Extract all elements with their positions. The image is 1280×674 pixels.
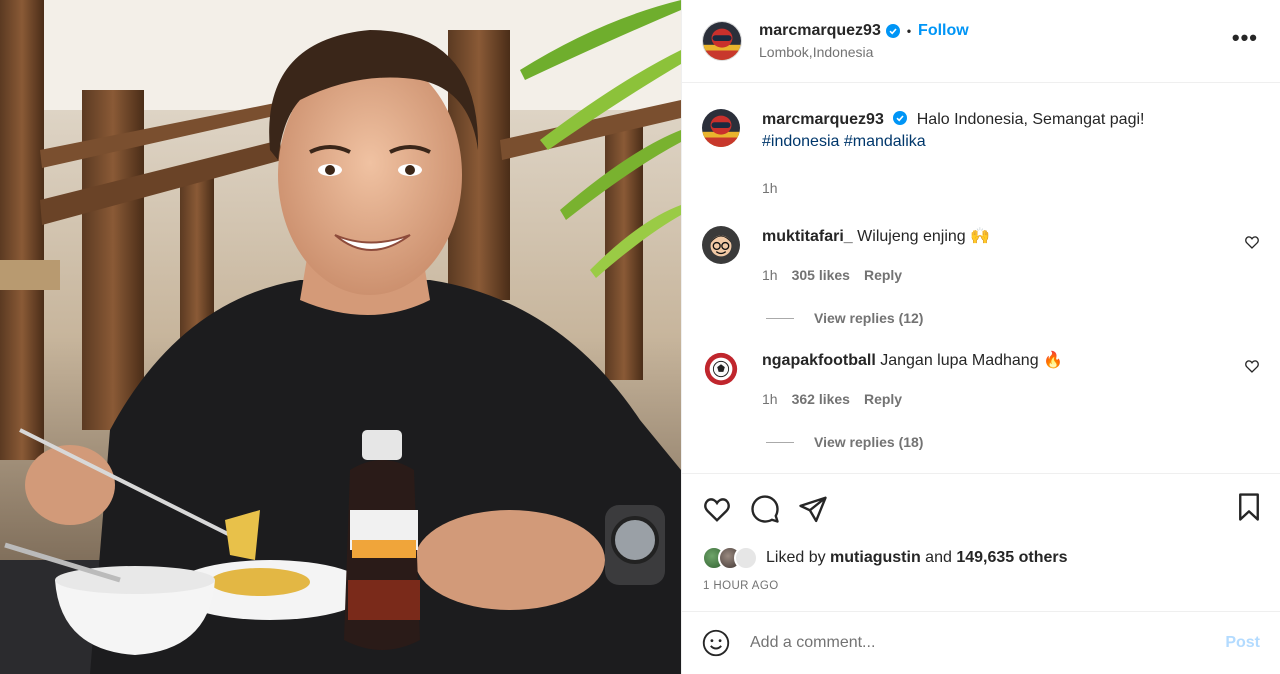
caption-meta: 1h: [762, 177, 1260, 199]
comment-body: muktitafari_ Wilujeng enjing 🙌 1h 305 li…: [762, 226, 1260, 286]
comment-like-icon[interactable]: [1244, 358, 1260, 374]
comment-input[interactable]: [750, 634, 1226, 652]
comment-meta: 1h 362 likes Reply: [762, 388, 1260, 410]
post-photo-image: [0, 0, 681, 674]
likes-prefix: Liked by: [766, 549, 826, 566]
caption-time[interactable]: 1h: [762, 177, 778, 199]
caption-username[interactable]: marcmarquez93: [762, 111, 884, 128]
view-replies-button[interactable]: View replies (18): [766, 434, 1260, 450]
likes-summary: Liked by mutiagustin and 149,635 others: [682, 544, 1280, 572]
author-line: marcmarquez93 • Follow: [759, 22, 969, 40]
comment-composer: Post: [682, 611, 1280, 674]
author-avatar[interactable]: [702, 21, 742, 61]
more-options-icon[interactable]: •••: [1232, 26, 1258, 50]
post-header-text: marcmarquez93 • Follow Lombok,Indonesia: [759, 22, 969, 60]
comment-text: Jangan lupa Madhang 🔥: [880, 352, 1063, 369]
likes-others-count[interactable]: 149,635 others: [956, 549, 1067, 567]
comment-likes[interactable]: 305 likes: [792, 264, 850, 286]
liker-avatar: [734, 546, 758, 570]
post-side-panel: marcmarquez93 • Follow Lombok,Indonesia …: [681, 0, 1280, 674]
share-icon[interactable]: [798, 494, 828, 524]
post-location[interactable]: Lombok,Indonesia: [759, 44, 969, 60]
post-timestamp[interactable]: 1 HOUR AGO: [682, 580, 1280, 598]
hashtag-link[interactable]: #indonesia: [762, 133, 839, 150]
caption-text: Halo Indonesia, Semangat pagi!: [916, 111, 1145, 128]
post-modal: marcmarquez93 • Follow Lombok,Indonesia …: [0, 0, 1280, 674]
verified-badge-icon: [885, 24, 900, 38]
post-comment-button[interactable]: Post: [1225, 634, 1260, 652]
comment-time[interactable]: 1h: [762, 388, 778, 410]
comment-username[interactable]: muktitafari_: [762, 228, 853, 245]
commenter-avatar[interactable]: [702, 226, 740, 264]
divider-line: [766, 317, 794, 319]
comment-likes[interactable]: 362 likes: [792, 388, 850, 410]
comment-meta: 1h 305 likes Reply: [762, 264, 1260, 286]
comment-username[interactable]: ngapakfootball: [762, 352, 876, 369]
divider-line: [766, 441, 794, 443]
caption-body: marcmarquez93 Halo Indonesia, Semangat p…: [762, 109, 1260, 199]
bookmark-icon[interactable]: [1236, 492, 1262, 522]
action-bar: [682, 474, 1280, 544]
comment-item: ngapakfootball Jangan lupa Madhang 🔥 1h …: [702, 350, 1260, 410]
view-replies-label: View replies (12): [814, 310, 924, 326]
view-replies-label: View replies (18): [814, 434, 924, 450]
view-replies-button[interactable]: View replies (12): [766, 310, 1260, 326]
hashtag-link[interactable]: #mandalika: [844, 133, 926, 150]
commenter-avatar[interactable]: [702, 350, 740, 388]
header-separator: •: [906, 24, 912, 38]
emoji-icon[interactable]: [702, 629, 730, 657]
liker-username[interactable]: mutiagustin: [830, 549, 921, 567]
comment-item: muktitafari_ Wilujeng enjing 🙌 1h 305 li…: [702, 226, 1260, 286]
follow-button[interactable]: Follow: [918, 22, 969, 40]
liker-avatars[interactable]: [702, 546, 758, 570]
comment-body: ngapakfootball Jangan lupa Madhang 🔥 1h …: [762, 350, 1260, 410]
reply-button[interactable]: Reply: [864, 264, 902, 286]
comment-like-icon[interactable]: [1244, 234, 1260, 250]
post-header: marcmarquez93 • Follow Lombok,Indonesia …: [682, 0, 1280, 83]
verified-badge-icon: [893, 111, 908, 125]
comments-section: marcmarquez93 Halo Indonesia, Semangat p…: [682, 83, 1280, 474]
likes-connector: and: [925, 549, 952, 566]
caption-avatar[interactable]: [702, 109, 740, 147]
heart-icon[interactable]: [702, 494, 732, 524]
caption: marcmarquez93 Halo Indonesia, Semangat p…: [702, 109, 1260, 199]
comment-icon[interactable]: [750, 494, 780, 524]
comment-time[interactable]: 1h: [762, 264, 778, 286]
comment-text: Wilujeng enjing 🙌: [857, 228, 991, 245]
post-photo[interactable]: [0, 0, 681, 674]
author-username[interactable]: marcmarquez93: [759, 22, 881, 40]
reply-button[interactable]: Reply: [864, 388, 902, 410]
